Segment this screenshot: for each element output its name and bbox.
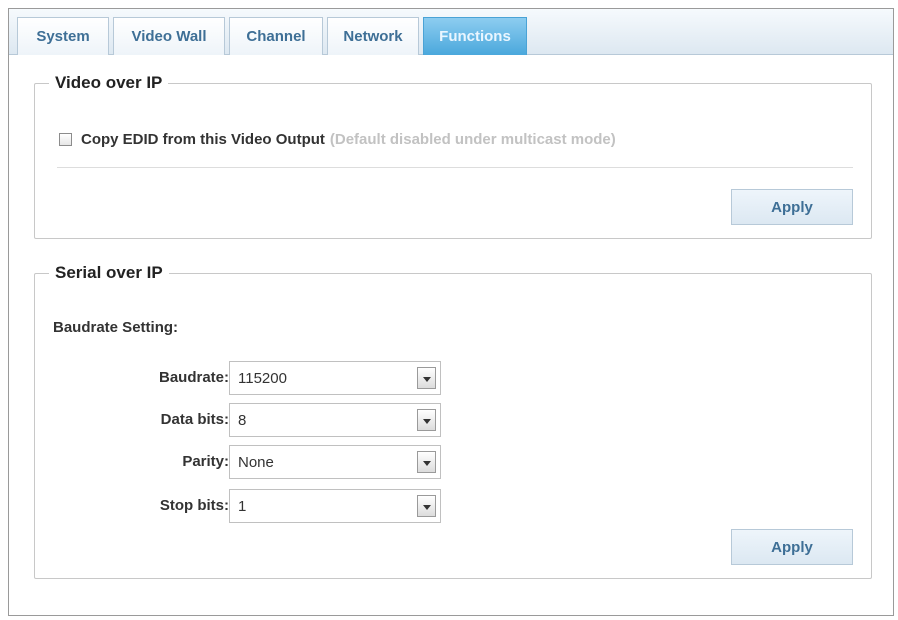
video-over-ip-section: Video over IP Copy EDID from this Video … xyxy=(34,73,872,239)
baudrate-row: Baudrate: 115200 xyxy=(35,361,455,395)
copy-edid-label: Copy EDID from this Video Output xyxy=(81,131,325,148)
chevron-down-icon[interactable] xyxy=(417,409,436,431)
baudrate-select[interactable]: 115200 xyxy=(229,361,441,395)
tab-system[interactable]: System xyxy=(17,17,109,55)
tab-channel[interactable]: Channel xyxy=(229,17,323,55)
data-bits-select[interactable]: 8 xyxy=(229,403,441,437)
parity-value: None xyxy=(238,454,274,471)
baudrate-setting-heading: Baudrate Setting: xyxy=(53,319,179,336)
data-bits-label: Data bits: xyxy=(160,411,229,428)
data-bits-value: 8 xyxy=(238,412,247,429)
chevron-down-icon[interactable] xyxy=(417,367,436,389)
tab-functions[interactable]: Functions xyxy=(423,17,527,55)
copy-edid-row: Copy EDID from this Video Output (Defaul… xyxy=(59,131,616,148)
video-apply-button[interactable]: Apply xyxy=(731,189,853,225)
baudrate-value: 115200 xyxy=(238,370,287,387)
copy-edid-checkbox[interactable] xyxy=(59,133,72,146)
section-divider xyxy=(57,167,853,168)
stop-bits-value: 1 xyxy=(238,498,247,515)
settings-window: System Video Wall Channel Network Functi… xyxy=(8,8,894,616)
stop-bits-select[interactable]: 1 xyxy=(229,489,441,523)
video-over-ip-legend: Video over IP xyxy=(55,73,163,92)
stop-bits-label: Stop bits: xyxy=(159,497,229,514)
serial-apply-button[interactable]: Apply xyxy=(731,529,853,565)
copy-edid-note: (Default disabled under multicast mode) xyxy=(329,131,616,148)
tab-network[interactable]: Network xyxy=(327,17,419,55)
stop-bits-row: Stop bits: 1 xyxy=(35,489,455,523)
parity-select[interactable]: None xyxy=(229,445,441,479)
chevron-down-icon[interactable] xyxy=(417,495,436,517)
serial-over-ip-section: Serial over IP Baudrate Setting: Baudrat… xyxy=(34,263,872,579)
parity-label: Parity: xyxy=(182,453,229,470)
serial-over-ip-legend: Serial over IP xyxy=(55,263,163,282)
baudrate-label: Baudrate: xyxy=(158,369,229,386)
chevron-down-icon[interactable] xyxy=(417,451,436,473)
parity-row: Parity: None xyxy=(35,445,455,479)
tab-bar: System Video Wall Channel Network Functi… xyxy=(9,9,893,55)
tab-video-wall[interactable]: Video Wall xyxy=(113,17,225,55)
data-bits-row: Data bits: 8 xyxy=(35,403,455,437)
